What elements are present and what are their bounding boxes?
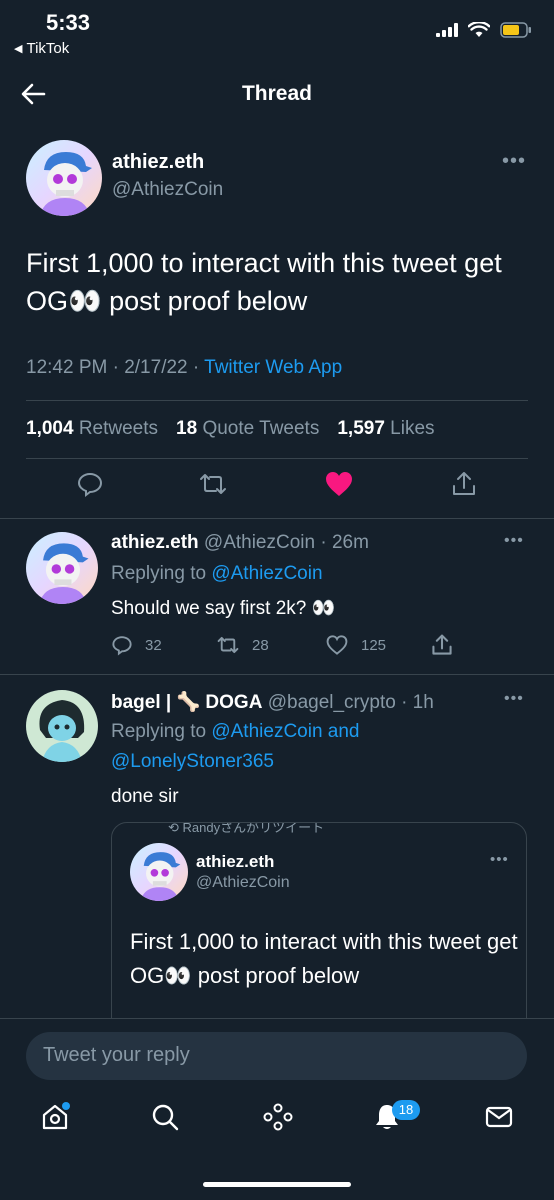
skull-avatar-icon <box>130 843 188 901</box>
home-new-dot <box>62 1102 70 1110</box>
retweets-label: Retweets <box>78 418 159 439</box>
replying-to: Replying to @AthiezCoin <box>111 559 323 589</box>
reply-header: bagel | 🦴 DOGA @bagel_crypto · 1h <box>111 690 434 714</box>
status-icons <box>436 22 532 38</box>
reply-input[interactable]: Tweet your reply <box>26 1032 527 1080</box>
page-title: Thread <box>241 82 312 105</box>
quoted-author-name: athiez.eth <box>196 852 275 871</box>
spaces-icon <box>263 1103 293 1131</box>
more-options-icon[interactable]: ••• <box>504 690 524 708</box>
replying-to-link[interactable]: @AthiezCoin <box>211 563 322 584</box>
skull-avatar-icon <box>26 532 98 604</box>
reply-author-name[interactable]: bagel | 🦴 DOGA <box>111 692 262 713</box>
tab-search[interactable] <box>150 1102 180 1132</box>
retweet-count: 28 <box>252 636 269 654</box>
likes-stat[interactable]: 1,597 Likes <box>337 418 434 440</box>
quoted-tweet-text: First 1,000 to interact with this tweet … <box>130 929 518 988</box>
reply-handle-time[interactable]: @bagel_crypto · 1h <box>268 692 434 713</box>
avatar[interactable] <box>26 690 98 762</box>
notifications-badge: 18 <box>392 1100 420 1120</box>
back-app-label: TikTok <box>26 40 70 57</box>
quotes-count: 18 <box>176 418 198 439</box>
retweet-icon <box>200 474 226 494</box>
like-button[interactable] <box>324 470 354 498</box>
quotes-label: Quote Tweets <box>202 418 320 439</box>
more-options-icon[interactable]: ••• <box>504 532 524 550</box>
more-options-icon[interactable]: ••• <box>490 851 509 868</box>
retweet-button[interactable] <box>198 470 228 498</box>
replying-to-prefix: Replying to <box>111 721 212 742</box>
share-button[interactable] <box>430 633 454 657</box>
reply-handle-time[interactable]: @AthiezCoin · 26m <box>204 532 369 553</box>
author-handle[interactable]: @AthiezCoin <box>112 179 223 201</box>
replying-to-prefix: Replying to <box>111 563 212 584</box>
retweet-small-icon: ⟲ <box>168 822 179 835</box>
divider <box>0 518 554 519</box>
reply-button[interactable]: 32 <box>111 634 162 656</box>
battery-icon <box>500 22 531 38</box>
back-to-app-link[interactable]: ◀ TikTok <box>14 40 69 57</box>
author-name[interactable]: athiez.eth <box>112 151 204 174</box>
tweet-text: First 1,000 to interact with this tweet … <box>26 248 502 316</box>
bottom-tab-bar <box>0 1094 554 1154</box>
retweets-count: 1,004 <box>26 418 74 439</box>
skull-avatar-icon <box>26 140 102 216</box>
reply-count: 32 <box>145 636 162 654</box>
quoted-tweet-card[interactable]: ⟲ Randyさんがリツイート athiez.eth @AthiezCoin •… <box>111 822 527 1042</box>
tab-messages[interactable] <box>484 1102 514 1132</box>
tweet-actions <box>0 470 554 510</box>
retweeted-by-text: Randyさんがリツイート <box>182 822 325 835</box>
reply-author-name[interactable]: athiez.eth <box>111 532 199 553</box>
heart-filled-icon <box>326 472 352 496</box>
avatar[interactable] <box>26 140 102 216</box>
likes-label: Likes <box>390 418 435 439</box>
reply-header: athiez.eth @AthiezCoin · 26m <box>111 532 369 554</box>
share-button[interactable] <box>450 470 478 498</box>
retweet-button[interactable]: 28 <box>216 634 269 656</box>
likes-count: 1,597 <box>337 418 385 439</box>
replying-to: Replying to @AthiezCoin and <box>111 717 360 747</box>
divider <box>26 400 528 401</box>
divider <box>26 458 528 459</box>
tweet-source-link[interactable]: Twitter Web App <box>204 357 342 378</box>
cellular-signal-icon <box>436 23 458 37</box>
status-time: 5:33 <box>46 10 91 35</box>
more-options-icon[interactable]: ••• <box>502 150 526 173</box>
tweet-stats: 1,004 Retweets 18 Quote Tweets 1,597 Lik… <box>26 418 435 440</box>
heart-outline-icon <box>326 635 348 655</box>
wifi-icon <box>468 22 490 37</box>
reply-icon <box>77 472 103 497</box>
tweet-timestamp: 12:42 PM · 2/17/22 · <box>26 357 205 378</box>
replying-to-link[interactable]: @AthiezCoin and <box>211 721 359 742</box>
avatar[interactable] <box>26 532 98 604</box>
reply-composer-bar: Tweet your reply <box>0 1018 554 1094</box>
reply-button[interactable] <box>76 470 104 498</box>
creature-avatar-icon <box>26 690 98 762</box>
avatar <box>130 843 188 901</box>
replying-to-link-2[interactable]: @LonelyStoner365 <box>111 747 274 777</box>
like-count: 125 <box>361 636 387 654</box>
divider <box>0 674 554 675</box>
status-bar: 5:33 ◀ TikTok <box>0 0 554 64</box>
thread-header: Thread <box>0 68 554 122</box>
share-icon <box>432 634 452 655</box>
back-triangle-icon: ◀ <box>14 43 23 55</box>
reply-icon <box>112 636 132 656</box>
like-button[interactable]: 125 <box>325 634 386 656</box>
quotes-stat[interactable]: 18 Quote Tweets <box>176 418 319 440</box>
envelope-icon <box>485 1106 513 1128</box>
retweets-stat[interactable]: 1,004 Retweets <box>26 418 158 440</box>
reply-text: done sir <box>111 786 179 807</box>
reply-text: Should we say first 2k? 👀 <box>111 598 336 619</box>
quoted-author-handle: @AthiezCoin <box>196 874 290 891</box>
retweet-icon <box>217 636 239 654</box>
search-icon <box>152 1104 179 1131</box>
share-icon <box>453 472 475 495</box>
tab-spaces[interactable] <box>262 1102 294 1132</box>
home-indicator <box>203 1182 351 1187</box>
retweeted-by-note: ⟲ Randyさんがリツイート <box>168 822 325 836</box>
tweet-meta: 12:42 PM · 2/17/22 · Twitter Web App <box>26 357 342 379</box>
